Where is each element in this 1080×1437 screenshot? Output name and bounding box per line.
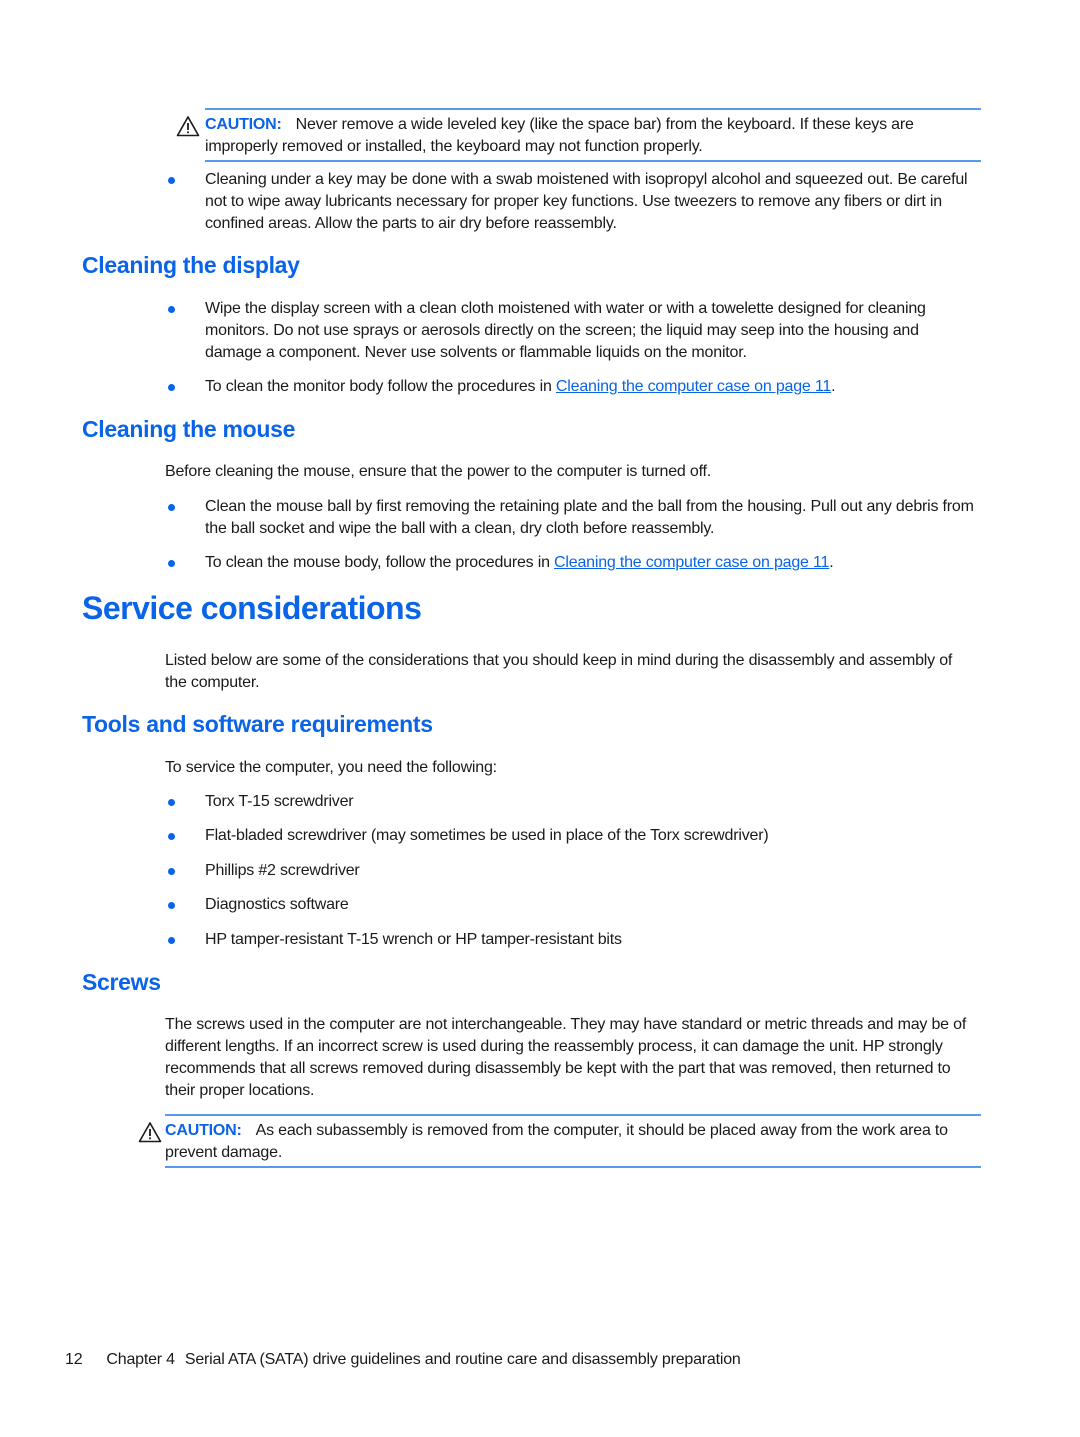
list-item-text: To clean the monitor body follow the pro… <box>205 376 975 398</box>
list-item-text: Clean the mouse ball by first removing t… <box>205 498 974 537</box>
warning-triangle-icon <box>176 116 200 137</box>
chapter-heading-service-considerations: Service considerations <box>82 590 422 626</box>
list-item-text: Phillips #2 screwdriver <box>205 862 360 879</box>
section-heading-tools: Tools and software requirements <box>82 711 433 737</box>
paragraph: Before cleaning the mouse, ensure that t… <box>165 463 712 480</box>
section-heading-cleaning-display: Cleaning the display <box>82 252 300 278</box>
warning-triangle-icon <box>138 1122 162 1143</box>
paragraph: Listed below are some of the considerati… <box>165 652 953 691</box>
cleaning-computer-case-link[interactable]: Cleaning the computer case on page 11 <box>554 554 829 571</box>
paragraph: To service the computer, you need the fo… <box>165 759 497 776</box>
bullet-icon <box>168 799 175 806</box>
list-item-text: Cleaning under a key may be done with a … <box>205 171 968 232</box>
list-item-text: To clean the mouse body, follow the proc… <box>205 552 975 574</box>
caution-box-keyboard: CAUTION: Never remove a wide leveled key … <box>176 108 981 162</box>
list-item-text: Flat-bladed screwdriver (may sometimes b… <box>205 827 769 844</box>
paragraph: The screws used in the computer are not … <box>165 1016 967 1099</box>
link-suffix: . <box>831 378 836 395</box>
link-prefix: To clean the mouse body, follow the proc… <box>205 554 555 571</box>
list-item-text: HP tamper-resistant T-15 wrench or HP ta… <box>205 931 622 948</box>
page-footer: 12 Chapter 4 Serial ATA (SATA) drive guide… <box>65 1349 741 1371</box>
caution-text: As each subassembly is removed from the … <box>165 1122 948 1161</box>
bullet-icon <box>168 177 175 184</box>
document-page: CAUTION: Never remove a wide leveled key … <box>0 0 1080 1437</box>
bullet-icon <box>168 504 175 511</box>
bullet-icon <box>168 902 175 909</box>
section-heading-screws: Screws <box>82 969 161 995</box>
bullet-icon <box>168 868 175 875</box>
bullet-icon <box>168 560 175 567</box>
cleaning-computer-case-link[interactable]: Cleaning the computer case on page 11 <box>556 378 831 395</box>
caution-box-subassembly: CAUTION: As each subassembly is removed f… <box>138 1114 981 1168</box>
caution-label: CAUTION: <box>165 1122 242 1139</box>
link-suffix: . <box>829 554 834 571</box>
bullet-icon <box>168 306 175 313</box>
section-heading-cleaning-mouse: Cleaning the mouse <box>82 416 296 442</box>
list-item-text: Torx T-15 screwdriver <box>205 793 354 810</box>
list-item-text: Diagnostics software <box>205 896 349 913</box>
bullet-icon <box>168 384 175 391</box>
caution-label: CAUTION: <box>205 116 282 133</box>
list-item-text: Wipe the display screen with a clean clo… <box>205 300 926 361</box>
footer-chapter: Chapter 4 <box>106 1351 175 1368</box>
page-number: 12 <box>65 1351 83 1368</box>
link-prefix: To clean the monitor body follow the pro… <box>205 378 556 395</box>
footer-title: Serial ATA (SATA) drive guidelines and r… <box>184 1351 741 1368</box>
caution-text: Never remove a wide leveled key (like th… <box>205 116 914 155</box>
bullet-icon <box>168 833 175 840</box>
bullet-icon <box>168 937 175 944</box>
